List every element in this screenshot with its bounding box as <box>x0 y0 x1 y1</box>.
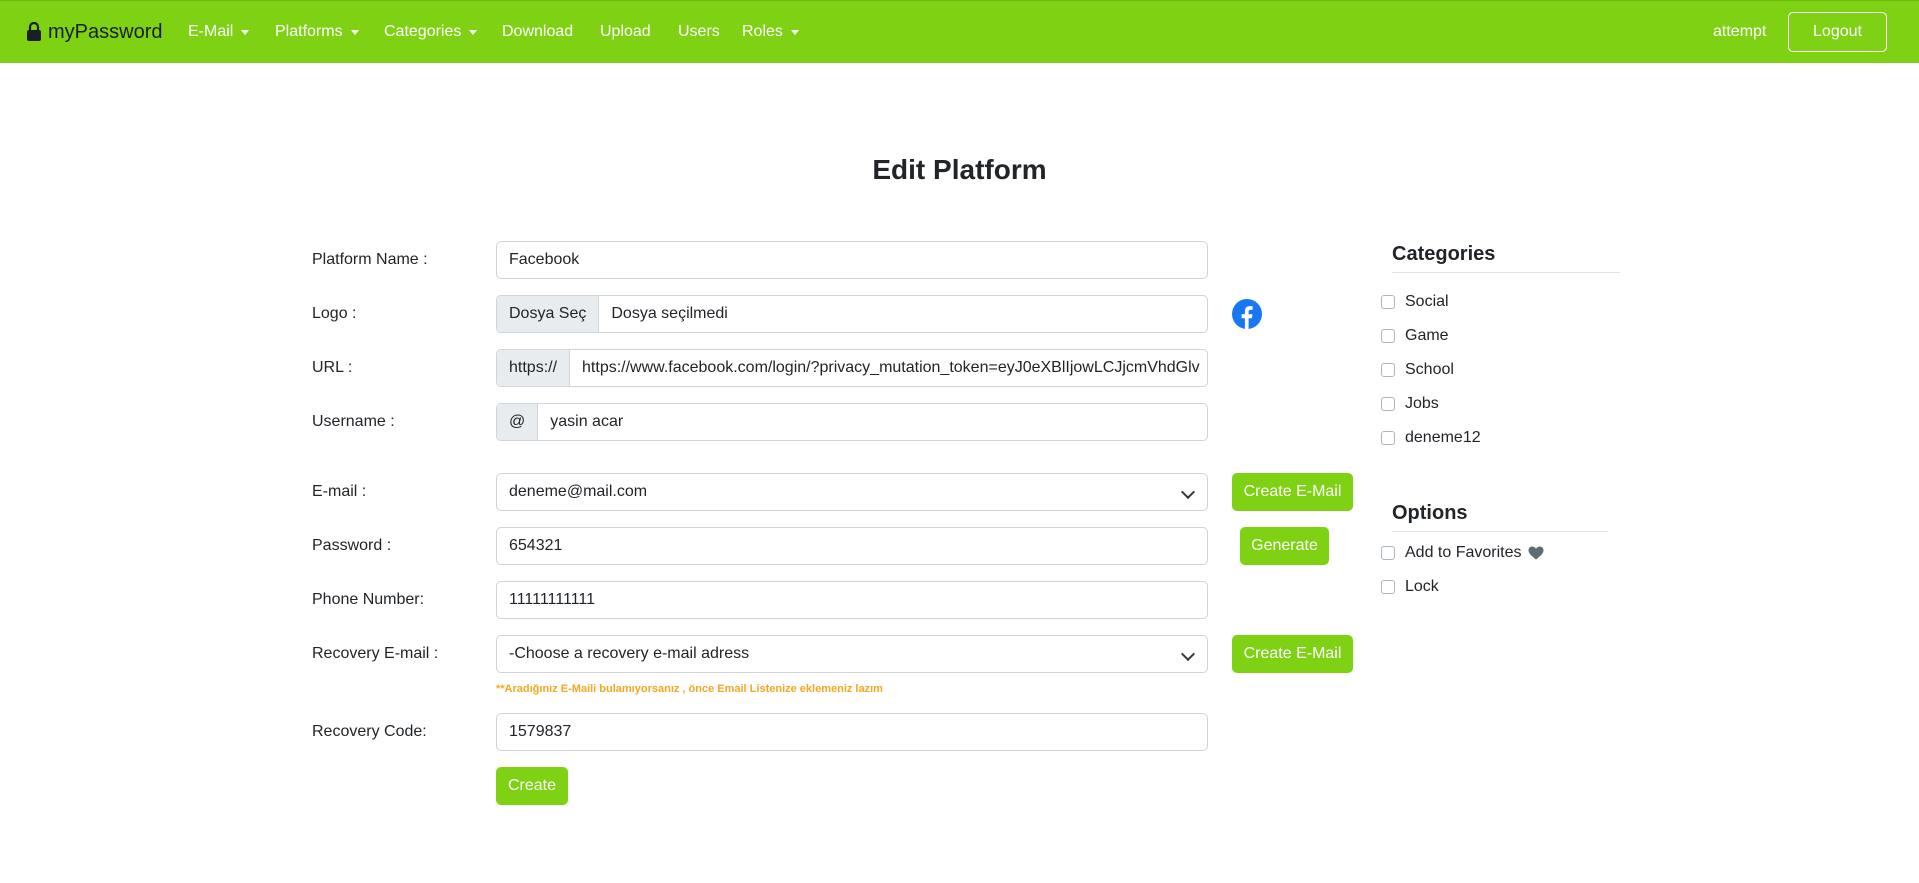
phone-value: 11111111111 <box>509 591 596 608</box>
create-button[interactable]: Create <box>496 767 568 805</box>
category-deneme12[interactable]: deneme12 <box>1381 429 1481 447</box>
nav-roles-label: Roles <box>742 23 783 40</box>
phone-label: Phone Number: <box>312 591 425 608</box>
nav-roles[interactable]: Roles <box>742 1 799 63</box>
caret-down-icon <box>469 29 478 35</box>
current-user[interactable]: attempt <box>1713 1 1766 63</box>
phone-input[interactable]: 11111111111 <box>496 581 1208 619</box>
at-prefix: @ <box>497 404 539 440</box>
recovery-email-hint: **Aradığınız E-Maili bulamıyorsanız , ön… <box>496 683 883 695</box>
category-label: School <box>1405 361 1454 378</box>
nav-upload[interactable]: Upload <box>600 1 651 63</box>
recovery-code-label: Recovery Code: <box>312 723 427 740</box>
chevron-down-icon <box>1180 646 1196 662</box>
recovery-email-selected: -Choose a recovery e-mail adress <box>509 645 750 662</box>
lock-icon <box>27 22 41 41</box>
nav-categories-label: Categories <box>384 23 462 40</box>
caret-down-icon <box>350 29 359 35</box>
nav-email[interactable]: E-Mail <box>188 1 250 63</box>
options-heading: Options <box>1392 502 1468 524</box>
category-social[interactable]: Social <box>1381 293 1449 311</box>
nav-email-label: E-Mail <box>188 23 234 40</box>
top-navbar: myPassword E-Mail Platforms Categories D… <box>0 0 1919 63</box>
category-label: Jobs <box>1405 395 1439 412</box>
category-school[interactable]: School <box>1381 361 1454 379</box>
option-label: Lock <box>1405 578 1439 595</box>
nav-download[interactable]: Download <box>502 1 573 63</box>
logout-button[interactable]: Logout <box>1788 12 1887 52</box>
caret-down-icon <box>790 29 799 35</box>
platform-name-value: Facebook <box>509 251 580 268</box>
logo-label: Logo : <box>312 305 357 322</box>
category-checkbox[interactable] <box>1381 363 1395 377</box>
option-checkbox[interactable] <box>1381 580 1395 594</box>
nav-download-label: Download <box>502 23 574 40</box>
username-value: yasin acar <box>550 413 624 430</box>
nav-users[interactable]: Users <box>678 1 720 63</box>
platform-name-input[interactable]: Facebook <box>496 241 1208 279</box>
heart-icon <box>1528 546 1543 560</box>
password-input[interactable]: 654321 <box>496 527 1208 565</box>
categories-divider <box>1392 272 1620 273</box>
category-checkbox[interactable] <box>1381 397 1395 411</box>
brand[interactable]: myPassword <box>26 1 162 63</box>
username-input[interactable]: @ yasin acar <box>496 403 1208 441</box>
recovery-email-select[interactable]: -Choose a recovery e-mail adress <box>496 635 1208 673</box>
file-status: Dosya seçilmedi <box>611 305 728 322</box>
nav-categories[interactable]: Categories <box>384 1 478 63</box>
username-label: Username : <box>312 413 395 430</box>
brand-name: myPassword <box>48 20 163 43</box>
caret-down-icon <box>241 29 250 35</box>
logo-file-input[interactable]: Dosya Seç Dosya seçilmedi <box>496 295 1208 333</box>
create-recovery-email-button[interactable]: Create E-Mail <box>1232 635 1353 673</box>
recovery-email-label: Recovery E-mail : <box>312 645 439 662</box>
url-prefix: https:// <box>497 350 571 386</box>
chevron-down-icon <box>1180 484 1196 500</box>
category-label: Social <box>1405 293 1449 310</box>
email-select[interactable]: deneme@mail.com <box>496 473 1208 511</box>
category-checkbox[interactable] <box>1381 431 1395 445</box>
options-divider <box>1392 531 1608 532</box>
recovery-code-value: 1579837 <box>509 723 572 740</box>
page-title: Edit Platform <box>872 154 1047 185</box>
category-checkbox[interactable] <box>1381 329 1395 343</box>
facebook-icon <box>1232 299 1262 329</box>
nav-platforms-label: Platforms <box>275 23 343 40</box>
email-label: E-mail : <box>312 483 367 500</box>
category-checkbox[interactable] <box>1381 295 1395 309</box>
platform-name-label: Platform Name : <box>312 251 428 268</box>
nav-users-label: Users <box>678 23 720 40</box>
choose-file-button[interactable]: Dosya Seç <box>497 296 600 332</box>
url-input[interactable]: https:// https://www.facebook.com/login/… <box>496 349 1208 387</box>
category-label: Game <box>1405 327 1449 344</box>
generate-password-button[interactable]: Generate <box>1240 527 1329 565</box>
option-checkbox[interactable] <box>1381 546 1395 560</box>
option-add-to-favorites[interactable]: Add to Favorites <box>1381 544 1544 562</box>
option-label: Add to Favorites <box>1405 544 1522 561</box>
nav-platforms[interactable]: Platforms <box>275 1 359 63</box>
recovery-code-input[interactable]: 1579837 <box>496 713 1208 751</box>
category-jobs[interactable]: Jobs <box>1381 395 1439 413</box>
option-lock[interactable]: Lock <box>1381 578 1439 596</box>
category-label: deneme12 <box>1405 429 1481 446</box>
password-value: 654321 <box>509 537 563 554</box>
create-email-button[interactable]: Create E-Mail <box>1232 473 1353 511</box>
password-label: Password : <box>312 537 392 554</box>
url-value: https://www.facebook.com/login/?privacy_… <box>582 359 1200 376</box>
category-game[interactable]: Game <box>1381 327 1449 345</box>
url-label: URL : <box>312 359 353 376</box>
nav-upload-label: Upload <box>600 23 651 40</box>
categories-heading: Categories <box>1392 243 1496 265</box>
email-selected: deneme@mail.com <box>509 483 648 500</box>
